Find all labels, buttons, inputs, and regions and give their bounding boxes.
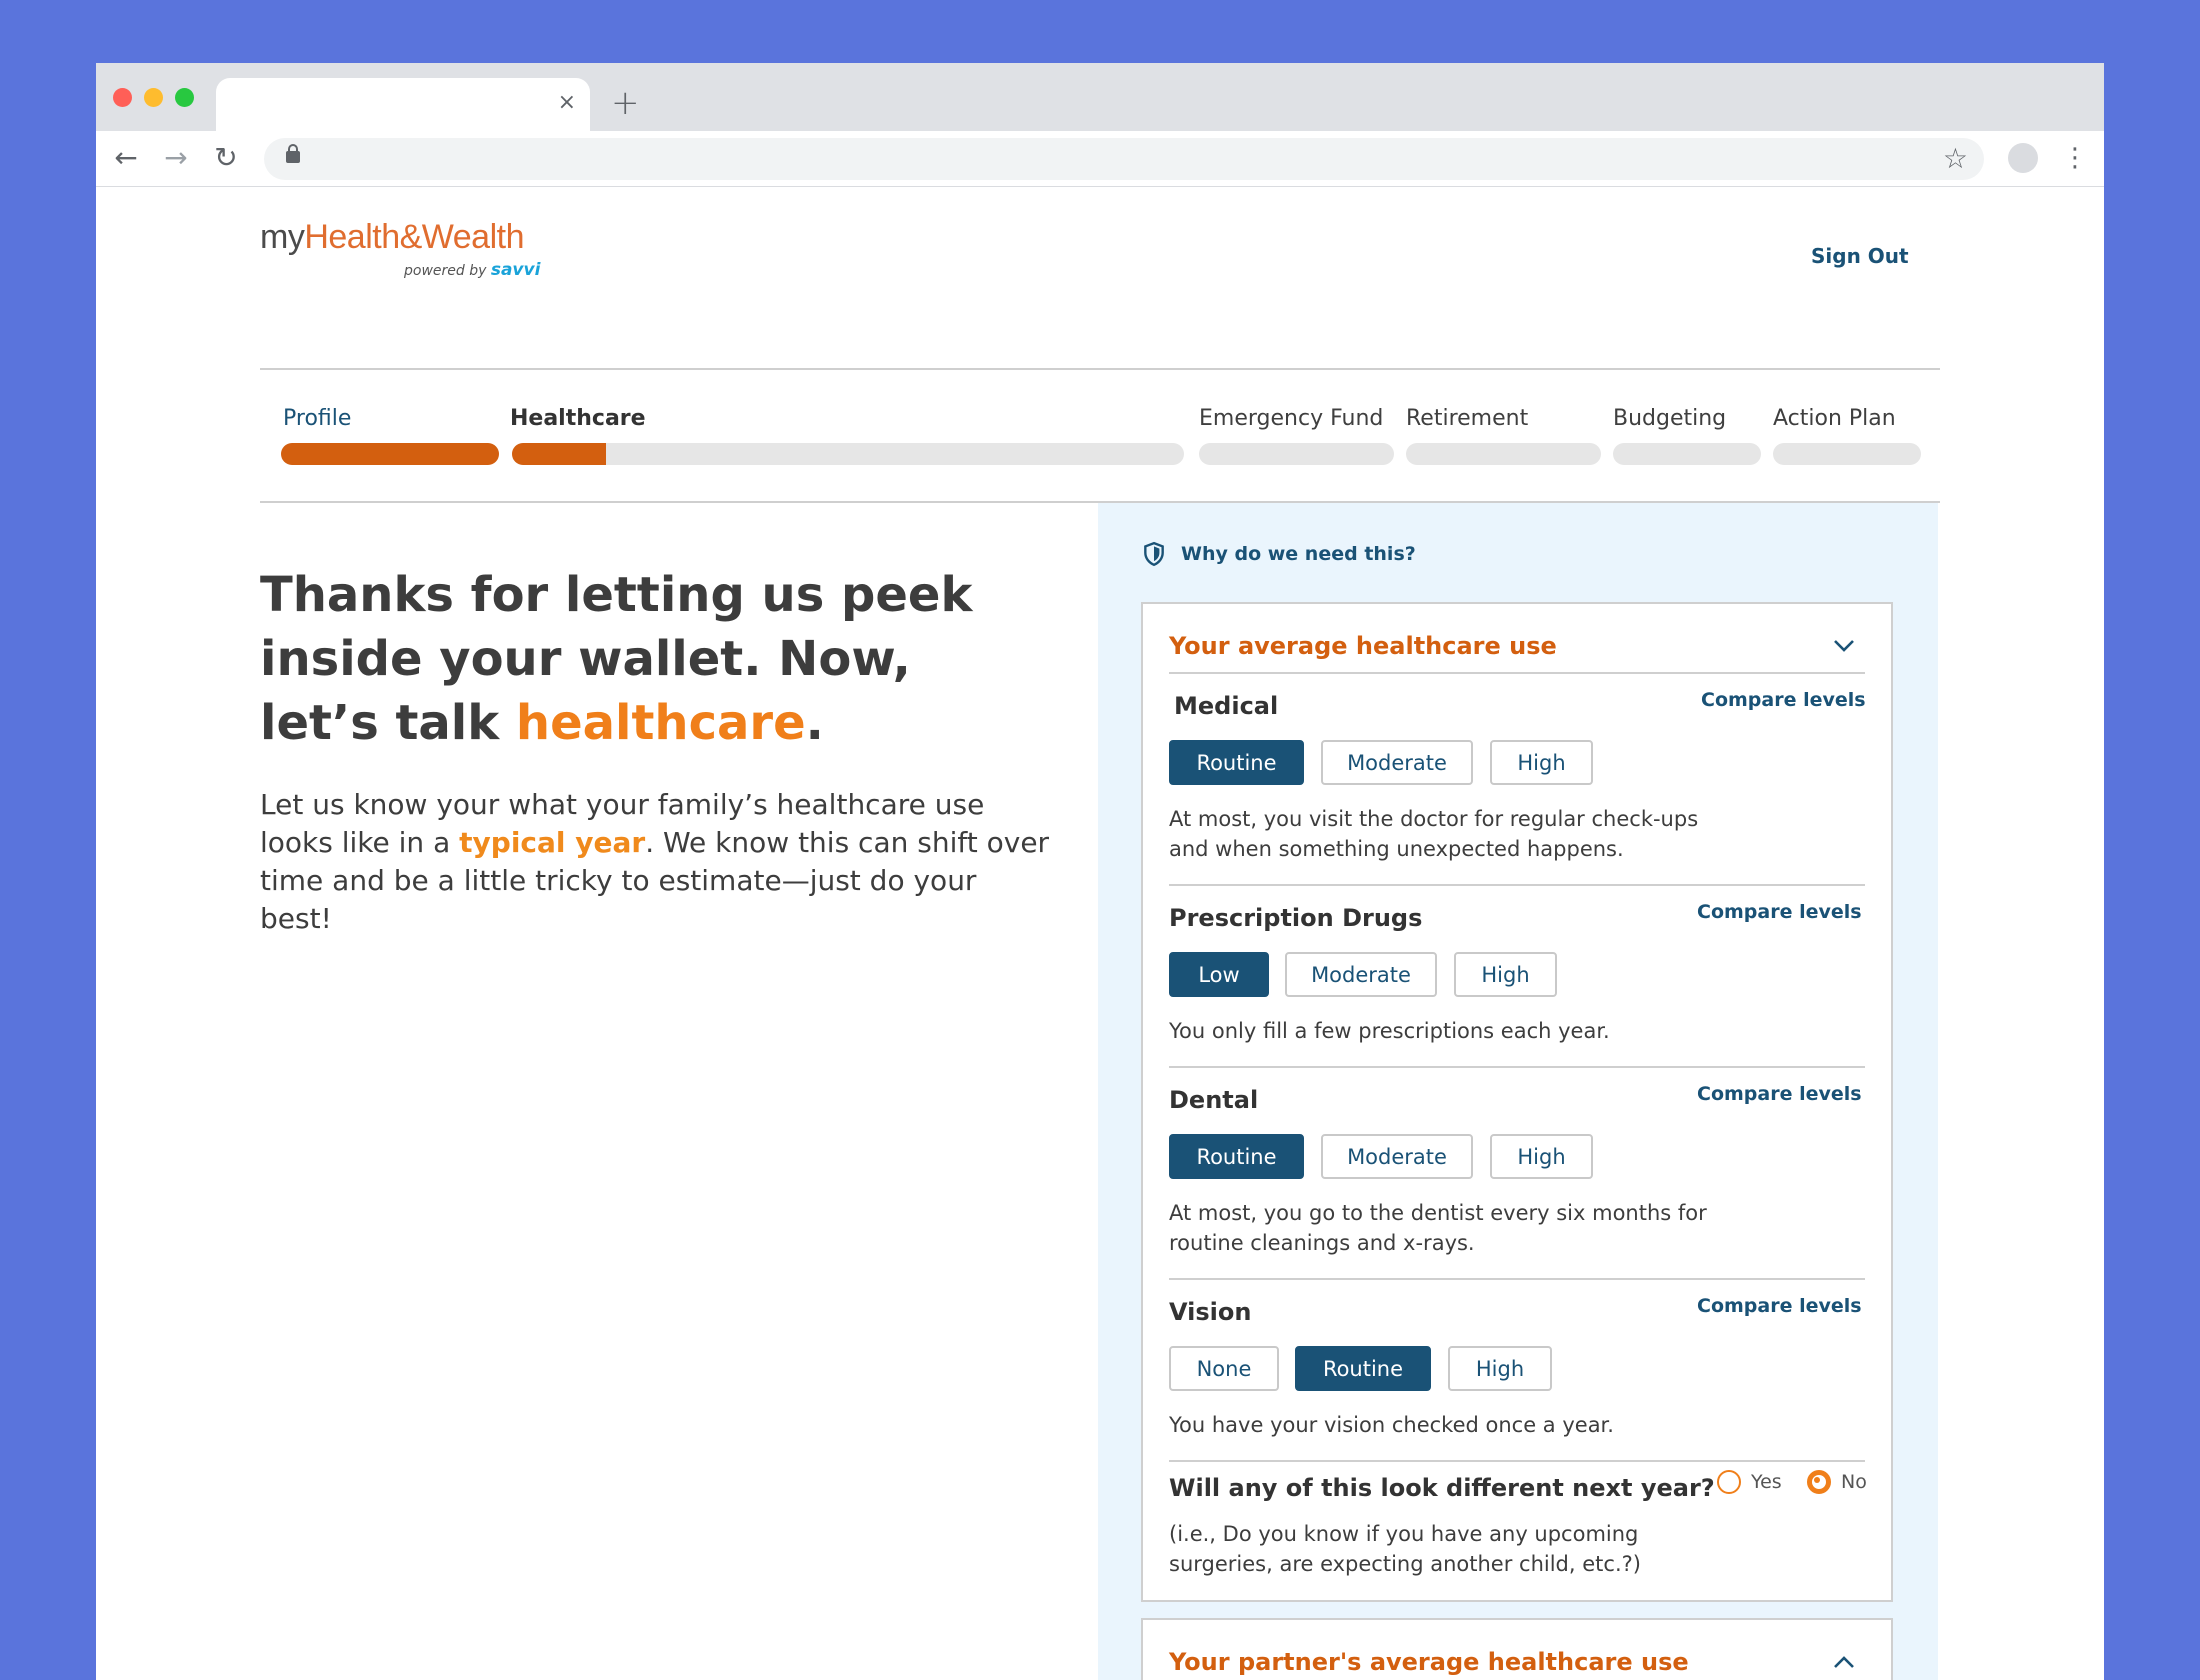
progress-bar-emergency-fund: [1199, 443, 1394, 465]
browser-tab[interactable]: ×: [216, 78, 590, 131]
radio-circle-icon[interactable]: [1717, 1470, 1741, 1494]
option-button-low[interactable]: Low: [1169, 952, 1269, 997]
browser-window: × + ← → ↻ ☆ ⋮ myHealth&Wealth powered by…: [96, 63, 2104, 1680]
step-label-emergency-fund: Emergency Fund: [1199, 406, 1384, 431]
partner-healthcare-card[interactable]: Your partner's average healthcare use: [1141, 1618, 1893, 1680]
radio-no[interactable]: No: [1807, 1470, 1867, 1494]
section-description: You only fill a few prescriptions each y…: [1169, 1019, 1610, 1043]
section-description: At most, you go to the dentist every six…: [1169, 1201, 1707, 1255]
header-divider: [260, 368, 1940, 370]
step-label-action-plan: Action Plan: [1773, 406, 1896, 431]
logo-my-text: my: [260, 218, 305, 256]
compare-levels-link[interactable]: Compare levels: [1697, 1083, 1862, 1105]
logo-brand-text: Health&Wealth: [304, 218, 524, 256]
web-page: myHealth&Wealth powered by savvi Sign Ou…: [96, 188, 2104, 1680]
healthcare-use-card: Your average healthcare use Medical Comp…: [1141, 602, 1893, 1602]
progress-bar-action-plan: [1773, 443, 1921, 465]
page-headline: Thanks for letting us peek inside your w…: [260, 567, 973, 751]
shield-icon: [1144, 541, 1164, 567]
next-year-question: Will any of this look different next yea…: [1169, 1474, 1715, 1502]
option-button-high[interactable]: High: [1490, 740, 1593, 785]
partner-card-title: Your partner's average healthcare use: [1169, 1648, 1689, 1676]
progress-bar-retirement: [1406, 443, 1601, 465]
radio-label: Yes: [1751, 1471, 1782, 1493]
close-window-button[interactable]: [113, 88, 132, 107]
lock-icon: [286, 144, 300, 163]
intro-text: Let us know your what your family’s heal…: [260, 788, 1050, 935]
section-divider: [1169, 1278, 1865, 1280]
more-menu-icon[interactable]: ⋮: [2062, 141, 2088, 175]
tab-strip: × +: [96, 63, 2104, 131]
option-button-moderate[interactable]: Moderate: [1321, 1134, 1473, 1179]
logo-savvi-text: savvi: [490, 260, 541, 280]
option-button-routine[interactable]: Routine: [1295, 1346, 1431, 1391]
reload-icon[interactable]: ↻: [208, 140, 244, 176]
headline-accent: healthcare: [515, 695, 806, 751]
section-description: You have your vision checked once a year…: [1169, 1413, 1614, 1437]
option-button-moderate[interactable]: Moderate: [1321, 740, 1473, 785]
sign-out-link[interactable]: Sign Out: [1811, 244, 1909, 268]
section-title: Vision: [1169, 1298, 1252, 1326]
radio-circle-icon[interactable]: [1807, 1470, 1831, 1494]
option-button-high[interactable]: High: [1448, 1346, 1552, 1391]
healthcare-panel: Why do we need this? Your average health…: [1098, 503, 1938, 1680]
option-button-high[interactable]: High: [1454, 952, 1557, 997]
option-button-high[interactable]: High: [1490, 1134, 1593, 1179]
chevron-up-icon[interactable]: [1829, 1648, 1859, 1678]
step-label-retirement: Retirement: [1406, 406, 1529, 431]
section-title: Medical: [1174, 692, 1279, 720]
card-divider: [1169, 672, 1865, 674]
browser-toolbar: ← → ↻ ☆ ⋮: [96, 131, 2104, 187]
close-icon[interactable]: ×: [558, 89, 576, 117]
step-label-profile[interactable]: Profile: [283, 406, 351, 431]
option-button-routine[interactable]: Routine: [1169, 740, 1304, 785]
intro-accent: typical year: [459, 826, 646, 859]
option-button-none[interactable]: None: [1169, 1346, 1279, 1391]
progress-bar-budgeting: [1613, 443, 1761, 465]
app-logo[interactable]: myHealth&Wealth powered by savvi: [260, 218, 540, 280]
maximize-window-button[interactable]: [175, 88, 194, 107]
address-bar[interactable]: ☆: [264, 138, 1984, 180]
progress-bar-profile: [281, 443, 499, 465]
back-arrow-icon[interactable]: ←: [108, 140, 144, 176]
next-year-question-hint: (i.e., Do you know if you have any upcom…: [1169, 1522, 1641, 1576]
section-divider: [1169, 1460, 1865, 1462]
new-tab-button[interactable]: +: [611, 83, 640, 123]
card-title: Your average healthcare use: [1169, 632, 1557, 660]
step-label-budgeting: Budgeting: [1613, 406, 1727, 431]
option-button-moderate[interactable]: Moderate: [1285, 952, 1437, 997]
radio-yes[interactable]: Yes: [1717, 1470, 1782, 1494]
section-divider: [1169, 884, 1865, 886]
step-label-healthcare[interactable]: Healthcare: [510, 406, 646, 431]
compare-levels-link[interactable]: Compare levels: [1701, 689, 1866, 711]
compare-levels-link[interactable]: Compare levels: [1697, 1295, 1862, 1317]
progress-bar-healthcare: [512, 443, 1184, 465]
option-button-routine[interactable]: Routine: [1169, 1134, 1304, 1179]
section-description: At most, you visit the doctor for regula…: [1169, 807, 1699, 861]
section-divider: [1169, 1066, 1865, 1068]
chevron-down-icon[interactable]: [1829, 630, 1859, 660]
section-title: Dental: [1169, 1086, 1259, 1114]
logo-powered-text: powered by: [404, 263, 491, 279]
bookmark-star-icon[interactable]: ☆: [1943, 142, 1968, 176]
compare-levels-link[interactable]: Compare levels: [1697, 901, 1862, 923]
section-title: Prescription Drugs: [1169, 904, 1423, 932]
radio-label: No: [1841, 1471, 1867, 1493]
forward-arrow-icon[interactable]: →: [158, 140, 194, 176]
why-link-label: Why do we need this?: [1181, 543, 1416, 565]
profile-avatar[interactable]: [2008, 143, 2038, 173]
minimize-window-button[interactable]: [144, 88, 163, 107]
